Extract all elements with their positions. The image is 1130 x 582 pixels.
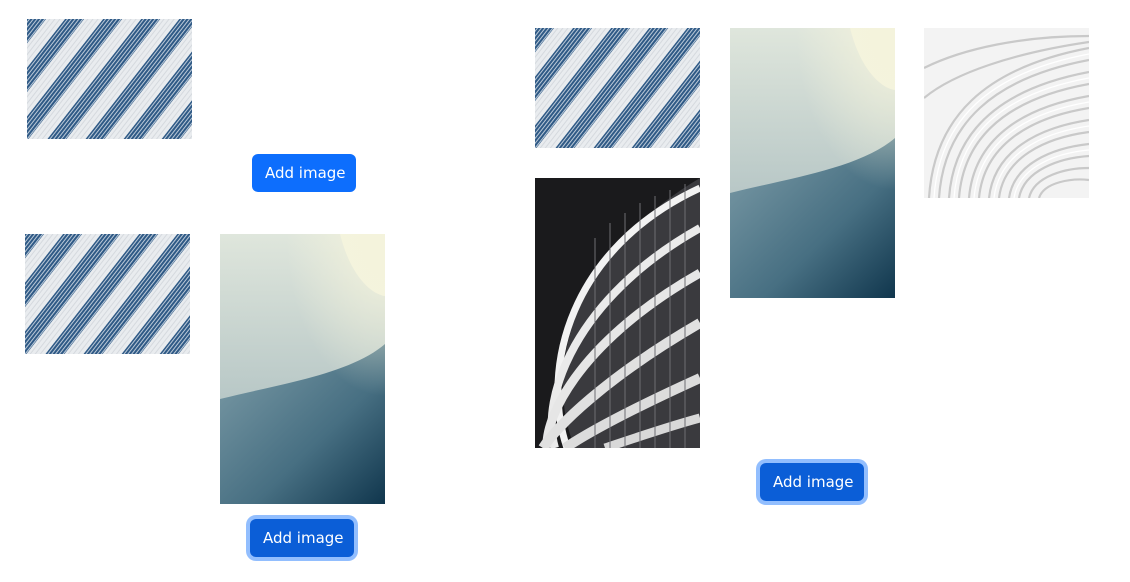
stripes-image — [535, 28, 700, 148]
add-image-button[interactable]: Add image — [250, 519, 354, 557]
curved-building-image — [535, 178, 700, 448]
add-image-button[interactable]: Add image — [760, 463, 864, 501]
stripes-image — [25, 234, 190, 354]
add-image-button[interactable]: Add image — [252, 154, 356, 192]
image-panel-b: Add image — [0, 220, 400, 582]
image-panel-c: Add image — [510, 0, 1130, 582]
image-panel-a: Add image — [0, 0, 400, 200]
curved-wall-image — [730, 28, 895, 298]
wavy-lines-image — [924, 28, 1089, 198]
stripes-image — [27, 19, 192, 139]
curved-wall-image — [220, 234, 385, 504]
